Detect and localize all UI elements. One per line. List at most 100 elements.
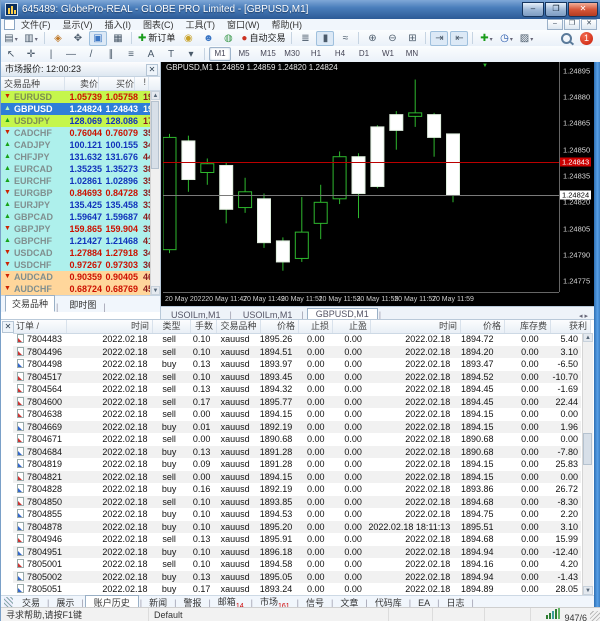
maximize-button[interactable]: ❐ — [545, 2, 567, 17]
table-row[interactable]: 78044832022.02.18 17:20:51sell0.10xauusd… — [13, 333, 581, 346]
zoom-out-icon[interactable]: ⊖ — [383, 31, 401, 46]
history-col-5[interactable]: 价格 — [261, 320, 299, 333]
auto-scroll-icon[interactable]: ⇥ — [430, 31, 448, 46]
indicators-menu-icon[interactable]: ✚▾ — [477, 31, 495, 46]
table-row[interactable]: 78046382022.02.18 17:40:54sell0.00xauusd… — [13, 408, 581, 421]
table-row[interactable]: 78048212022.02.18 17:40:54sell0.00xauusd… — [13, 471, 581, 484]
text-tool-icon[interactable]: A — [142, 47, 160, 62]
market-watch-scrollbar[interactable]: ▲ ▼ — [150, 91, 160, 295]
scroll-down-icon[interactable]: ▼ — [151, 286, 160, 295]
connection-bars-icon[interactable] — [546, 608, 561, 621]
horizontal-line-tool-icon[interactable]: — — [62, 47, 80, 62]
cursor-tool-icon[interactable]: ↖ — [2, 47, 20, 62]
market-watch-tab-0[interactable]: 交易品种 — [5, 295, 55, 312]
timeframe-mn[interactable]: MN — [401, 47, 423, 61]
timeframe-w1[interactable]: W1 — [377, 47, 399, 61]
table-row[interactable]: 78046002022.02.18 17:36:53sell0.17xauusd… — [13, 396, 581, 409]
table-row[interactable]: 78045172022.02.18 17:24:55sell0.10xauusd… — [13, 371, 581, 384]
history-col-9[interactable]: 价格 — [461, 320, 505, 333]
terminal-close-icon[interactable]: ✕ — [2, 321, 14, 333]
timeframe-d1[interactable]: D1 — [353, 47, 375, 61]
resize-grip[interactable] — [590, 611, 600, 621]
new-order-button-icon[interactable]: ✚新订单 — [136, 31, 177, 46]
scrollbar-thumb[interactable] — [151, 101, 159, 169]
terminal-scrollbar-thumb[interactable] — [583, 433, 592, 465]
chart-shift-icon[interactable]: ⇤ — [450, 31, 468, 46]
status-profile[interactable]: Default — [149, 608, 389, 621]
market-watch-row[interactable]: ▲EURJPY135.425135.45833 — [1, 199, 160, 211]
line-chart-mode-icon[interactable]: ≈ — [336, 31, 354, 46]
channel-tool-icon[interactable]: ∥ — [102, 47, 120, 62]
history-col-3[interactable]: 手数 — [191, 320, 217, 333]
history-col-8[interactable]: 时间 — [371, 320, 461, 333]
profiles-icon[interactable]: ▥▾ — [22, 31, 40, 46]
crosshair-tool-icon[interactable]: ✛ — [22, 47, 40, 62]
vertical-line-tool-icon[interactable]: | — [42, 47, 60, 62]
trendline-tool-icon[interactable]: / — [82, 47, 100, 62]
arrows-tool-icon[interactable]: ▾ — [182, 47, 200, 62]
notification-badge[interactable]: 1 — [580, 32, 593, 45]
table-row[interactable]: 78046842022.02.18 17:44:28buy0.13xauusd1… — [13, 446, 581, 459]
market-watch-row[interactable]: ▼USDCAD1.278841.2791834 — [1, 247, 160, 259]
history-col-1[interactable]: 时间 — [67, 320, 153, 333]
history-col-11[interactable]: 获利 — [551, 320, 591, 333]
market-watch-row[interactable]: ▲EURCHF1.028611.0289635 — [1, 175, 160, 187]
market-watch-row[interactable]: ▼AUDCAD0.903590.9040546 — [1, 271, 160, 283]
timeframe-h4[interactable]: H4 — [329, 47, 351, 61]
col-ask[interactable]: 买价 — [99, 77, 135, 90]
table-row[interactable]: 78049462022.02.18 18:12:53sell0.13xauusd… — [13, 533, 581, 546]
terminal-scrollbar[interactable]: ▲ ▼ — [582, 333, 593, 595]
child-close-button[interactable]: ✕ — [581, 19, 597, 30]
market-watch-tab-1[interactable]: 即时图 — [63, 297, 102, 312]
history-col-7[interactable]: 止盈 — [333, 320, 371, 333]
minimize-button[interactable]: – — [522, 2, 544, 17]
table-row[interactable]: 78048552022.02.18 18:04:04buy0.10xauusd1… — [13, 508, 581, 521]
market-watch-row[interactable]: ▼EURUSD1.057391.0575819 — [1, 91, 160, 103]
table-row[interactable]: 78044982022.02.18 17:25:36buy0.13xauusd1… — [13, 358, 581, 371]
market-watch-row[interactable]: ▼CADCHF0.760440.7607935 — [1, 127, 160, 139]
time-axis[interactable]: 20 May 202220 May 11:4720 May 11:4920 Ma… — [163, 292, 559, 307]
price-axis[interactable]: 1.248951.248801.248651.248501.248351.248… — [559, 62, 595, 292]
market-watch-close-icon[interactable]: ✕ — [146, 64, 158, 76]
table-row[interactable]: 78048502022.02.18 18:04:13sell0.10xauusd… — [13, 496, 581, 509]
bar-chart-mode-icon[interactable]: ≣ — [296, 31, 314, 46]
timeframe-m1[interactable]: M1 — [209, 47, 231, 61]
market-watch-row[interactable]: ▲GBPCHF1.214271.2146841 — [1, 235, 160, 247]
navigator-toggle-icon[interactable]: ◈ — [49, 31, 67, 46]
label-tool-icon[interactable]: T — [162, 47, 180, 62]
periods-menu-icon[interactable]: ◷▾ — [497, 31, 515, 46]
wallet-button-icon[interactable]: ◉ — [179, 31, 197, 46]
market-watch-row[interactable]: ▲CADJPY100.121100.15534 — [1, 139, 160, 151]
new-chart-icon[interactable]: ▤▾ — [2, 31, 20, 46]
table-row[interactable]: 78048192022.02.18 17:44:28buy0.09xauusd1… — [13, 458, 581, 471]
market-watch-row[interactable]: ▲GBPCAD1.596471.5968740 — [1, 211, 160, 223]
table-row[interactable]: 78050012022.02.18 18:24:39sell0.10xauusd… — [13, 558, 581, 571]
market-watch-row[interactable]: ▼AUDCHF0.687240.6876945 — [1, 283, 160, 295]
fibonacci-tool-icon[interactable]: ≡ — [122, 47, 140, 62]
history-col-10[interactable]: 库存费 — [505, 320, 551, 333]
timeframe-m5[interactable]: M5 — [233, 47, 255, 61]
data-window-toggle-icon[interactable]: ▦ — [109, 31, 127, 46]
close-button[interactable]: ✕ — [568, 2, 598, 17]
scroll-up-icon[interactable]: ▲ — [151, 91, 160, 100]
terminal-tab-EA[interactable]: EA — [412, 598, 436, 608]
candlestick-chart[interactable]: GBPUSD,M1 1.24859 1.24859 1.24820 1.2482… — [163, 62, 559, 292]
tile-windows-icon[interactable]: ⊞ — [403, 31, 421, 46]
history-col-6[interactable]: 止损 — [299, 320, 333, 333]
terminal-scroll-up-icon[interactable]: ▲ — [583, 333, 593, 342]
market-watch-row[interactable]: ▲CHFJPY131.632131.67644 — [1, 151, 160, 163]
timeframe-m30[interactable]: M30 — [281, 47, 303, 61]
child-minimize-button[interactable]: – — [547, 19, 563, 30]
timeframe-h1[interactable]: H1 — [305, 47, 327, 61]
col-spread[interactable]: ! — [135, 77, 149, 90]
templates-menu-icon[interactable]: ▨▾ — [517, 31, 535, 46]
table-row[interactable]: 78048782022.02.18 18:05:35buy0.10xauusd1… — [13, 521, 581, 534]
market-watch-row[interactable]: ▲EURCAD1.352351.3527338 — [1, 163, 160, 175]
cursor-move-icon[interactable]: ✥ — [69, 31, 87, 46]
zoom-in-icon[interactable]: ⊕ — [363, 31, 381, 46]
market-watch-row[interactable]: ▼USDCHF0.972670.9730336 — [1, 259, 160, 271]
table-row[interactable]: 78048282022.02.18 17:44:01buy0.16xauusd1… — [13, 483, 581, 496]
search-icon[interactable] — [561, 33, 572, 44]
history-col-2[interactable]: 类型 — [153, 320, 191, 333]
community-button-icon[interactable]: ☻ — [199, 31, 217, 46]
